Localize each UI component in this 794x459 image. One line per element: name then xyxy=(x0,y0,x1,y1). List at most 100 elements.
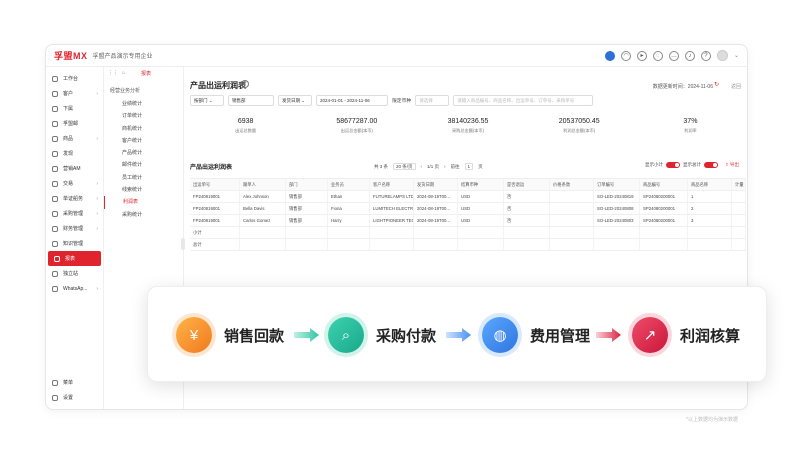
sidebar-bottom-item[interactable]: 设置 xyxy=(46,390,103,405)
sidebar-item[interactable]: 交易 › xyxy=(46,176,103,191)
refresh-icon[interactable]: ↻ xyxy=(714,81,719,88)
column-header[interactable]: 结算币种 xyxy=(458,179,504,190)
column-header[interactable]: 订单编号 xyxy=(594,179,640,190)
table-cell xyxy=(732,191,746,202)
submenu-item[interactable]: 客户统计 xyxy=(104,135,183,147)
collapse-handle[interactable] xyxy=(181,238,185,250)
sidebar-item[interactable]: 商品 › xyxy=(46,131,103,146)
nav-icon xyxy=(52,270,58,277)
bell-icon[interactable]: ♪ xyxy=(684,50,695,61)
sidebar-item[interactable]: 单证船务 › xyxy=(46,191,103,206)
nav-icon xyxy=(52,210,58,217)
table-cell xyxy=(732,239,746,250)
whatsapp-icon[interactable]: ◌ xyxy=(652,50,663,61)
sidebar-item[interactable]: 营销AM xyxy=(46,161,103,176)
date-range-input[interactable]: 2024-01-01 - 2024-11-06 xyxy=(316,95,388,106)
sidebar-item[interactable]: 财务管理 › xyxy=(46,221,103,236)
flow-step-label: 采购付款 xyxy=(376,326,437,345)
column-header[interactable]: 出运单号 xyxy=(190,179,240,190)
home-icon[interactable]: ⌂ xyxy=(122,70,125,76)
video-icon[interactable]: ▸ xyxy=(636,50,647,61)
chevron-down-icon[interactable]: ⌄ xyxy=(734,52,739,59)
globe-icon: ◍ xyxy=(482,317,518,353)
table-cell xyxy=(504,227,550,238)
column-header[interactable]: 商品名称 xyxy=(688,179,732,190)
sidebar: 工作台 客户 › 下属 孚盟邮 商品 › 发现 营销AM 交易 › 单证船务 ›… xyxy=(46,67,104,409)
submenu-item[interactable]: 线索统计 xyxy=(104,184,183,196)
sidebar-item[interactable]: 发现 xyxy=(46,146,103,161)
sidebar-item[interactable]: 知识管理 xyxy=(46,236,103,251)
submenu-item[interactable]: 产品统计 xyxy=(104,147,183,159)
flow-step-expense: ◍ 费用管理 xyxy=(482,317,590,353)
column-header[interactable]: 发货日期 xyxy=(414,179,458,190)
column-header[interactable]: 客户名称 xyxy=(370,179,414,190)
table-row[interactable]: FP240819001 Alex Johnson 销售部 Ethan FUTURELAM… xyxy=(190,191,746,203)
column-header[interactable]: 计量 xyxy=(732,179,746,190)
table-cell: 2024-08-19T00... xyxy=(414,191,458,202)
back-button[interactable]: 返回 xyxy=(731,83,741,90)
stat-value: 38140236.55 xyxy=(447,118,489,125)
submenu-item[interactable]: 邮件统计 xyxy=(104,159,183,171)
stat-value: 58677287.00 xyxy=(336,118,378,125)
submenu-item[interactable]: 商机统计 xyxy=(104,123,183,135)
submenu-item[interactable]: 员工统计 xyxy=(104,172,183,184)
submenu-item[interactable]: 订单统计 xyxy=(104,110,183,122)
sidebar-item[interactable]: 采购管理 › xyxy=(46,206,103,221)
dept-value-input[interactable]: 销售部 xyxy=(228,95,274,106)
next-page-icon[interactable]: › xyxy=(444,164,446,169)
per-page-select[interactable]: 20 条/页 xyxy=(393,163,416,170)
page-input[interactable]: 1 xyxy=(464,163,474,170)
app-icon[interactable] xyxy=(604,50,615,61)
stat-label: 利润总金额(本币) xyxy=(563,128,596,133)
help-icon[interactable]: ? xyxy=(700,50,711,61)
column-header[interactable]: 价格条款 xyxy=(550,179,594,190)
brand-logo[interactable]: 孚盟MX xyxy=(54,49,88,62)
submenu-item[interactable]: 采购统计 xyxy=(104,209,183,221)
column-header[interactable]: 业务员 xyxy=(328,179,370,190)
column-header[interactable]: 跟单人 xyxy=(240,179,286,190)
grid-icon[interactable]: ⋮⋮ xyxy=(108,70,118,76)
submenu-item[interactable]: 利润表 xyxy=(104,196,183,209)
table-row[interactable]: FP240819001 Carlos Gomez 销售部 Harry LIGHTPION… xyxy=(190,215,746,227)
table-cell xyxy=(550,203,594,214)
pager-info: 1/1 页 xyxy=(427,163,440,169)
submenu-item[interactable]: 业绩统计 xyxy=(104,98,183,110)
dept-select[interactable]: 按部门 ⌄ xyxy=(190,95,224,106)
chat-icon[interactable]: … xyxy=(668,50,679,61)
nav-icon xyxy=(52,225,58,232)
column-header[interactable]: 是否退运 xyxy=(504,179,550,190)
currency-select[interactable]: 请选择 xyxy=(415,95,450,106)
table-cell: USD xyxy=(458,191,504,202)
table-cell: SO-LED-20240803 xyxy=(594,215,640,226)
page-title: 产品出运利润表 xyxy=(190,81,246,90)
avatar[interactable] xyxy=(716,50,728,61)
table-cell: LUMITECH ELECTR... xyxy=(370,203,414,214)
submenu-title[interactable]: 经营业务分析 xyxy=(104,79,183,94)
tab-report[interactable]: 报表 xyxy=(141,70,151,77)
sidebar-bottom-item[interactable]: 菜单 xyxy=(46,375,103,390)
table-row[interactable]: 总计 xyxy=(190,239,746,251)
sidebar-item[interactable]: 工作台 xyxy=(46,71,103,86)
total-toggle[interactable] xyxy=(703,162,718,168)
table-cell xyxy=(458,227,504,238)
search-input[interactable]: 请输入商品编号、商品名称、出运单号、订单号、采购单号 xyxy=(453,95,594,106)
sidebar-item[interactable]: 客户 › xyxy=(46,86,103,101)
arrow-right-icon xyxy=(596,328,621,342)
sidebar-item[interactable]: 下属 xyxy=(46,101,103,116)
sidebar-item-label: 发现 xyxy=(63,151,74,157)
pager-total: 共 3 条 xyxy=(374,163,389,169)
export-button[interactable]: ⇪ 导出 xyxy=(725,162,739,168)
sidebar-item[interactable]: 独立站 xyxy=(46,266,103,281)
prev-page-icon[interactable]: ‹ xyxy=(421,164,423,169)
subtotal-toggle[interactable] xyxy=(665,162,680,168)
sidebar-item[interactable]: WhatsAp... › xyxy=(46,281,103,296)
help-icon[interactable]: ? xyxy=(241,80,249,88)
sidebar-item[interactable]: 报表 xyxy=(48,251,101,266)
table-row[interactable]: 小计 xyxy=(190,227,746,239)
sidebar-item[interactable]: 孚盟邮 xyxy=(46,116,103,131)
date-type-select[interactable]: 发货日期 ⌄ xyxy=(278,95,312,106)
table-row[interactable]: FP240819001 Bella Davis 销售部 Fiona LUMITECH E… xyxy=(190,203,746,215)
column-header[interactable]: 部门 xyxy=(286,179,328,190)
headset-icon[interactable]: ◠ xyxy=(620,50,631,61)
column-header[interactable]: 商品编号 xyxy=(640,179,688,190)
